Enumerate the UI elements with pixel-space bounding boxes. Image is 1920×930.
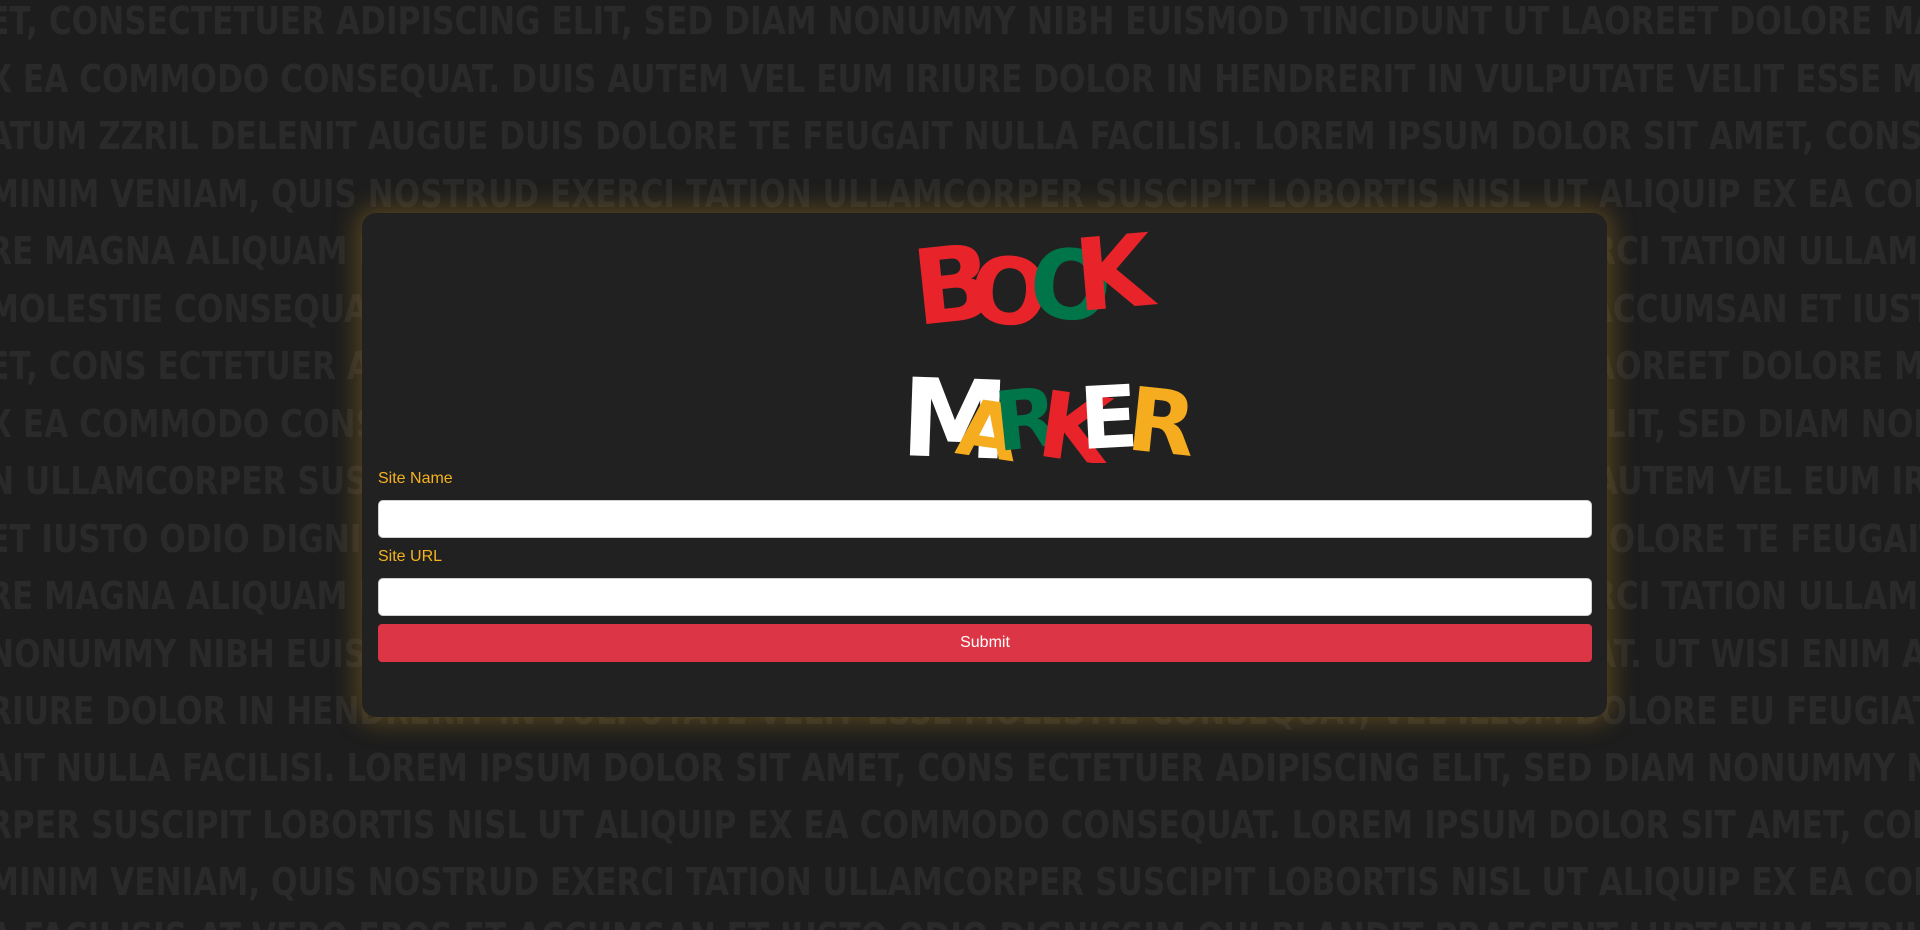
bookmarker-logo-image: BOOKMARKER	[899, 213, 1201, 463]
logo-marker-letter-6: R	[1122, 367, 1200, 463]
background-text-line: AIT NULLA FACILISI. LOREM IPSUM DOLOR SI…	[0, 746, 1920, 790]
bookmark-form-card: BOOKMARKER Site Name Site URL Submit	[362, 213, 1607, 717]
background-text-line: MINIM VENIAM, QUIS NOSTRUD EXERCI TATION…	[0, 860, 1920, 904]
site-name-input[interactable]	[378, 500, 1592, 538]
background-text-line: X EA COMMODO CONSEQUAT. DUIS AUTEM VEL E…	[0, 57, 1920, 101]
background-text-line: ET, CONSECTETUER ADIPISCING ELIT, SED DI…	[0, 0, 1920, 43]
site-name-label: Site Name	[378, 470, 453, 487]
background-text-line: ATUM ZZRIL DELENIT AUGUE DUIS DOLORE TE …	[0, 114, 1920, 158]
background-text-line: RPER SUSCIPIT LOBORTIS NISL UT ALIQUIP E…	[0, 803, 1920, 847]
site-url-label: Site URL	[378, 548, 443, 565]
submit-button[interactable]: Submit	[378, 624, 1592, 662]
background-text-line: MINIM VENIAM, QUIS NOSTRUD EXERCI TATION…	[0, 172, 1920, 216]
site-url-input[interactable]	[378, 578, 1592, 616]
bookmarker-logo: BOOKMARKER	[362, 213, 1607, 463]
logo-book-letter-4: K	[1069, 213, 1160, 335]
background-text-line: A FACILISIS AT VERO EROS ET ACCUMSAN ET …	[0, 918, 1920, 930]
